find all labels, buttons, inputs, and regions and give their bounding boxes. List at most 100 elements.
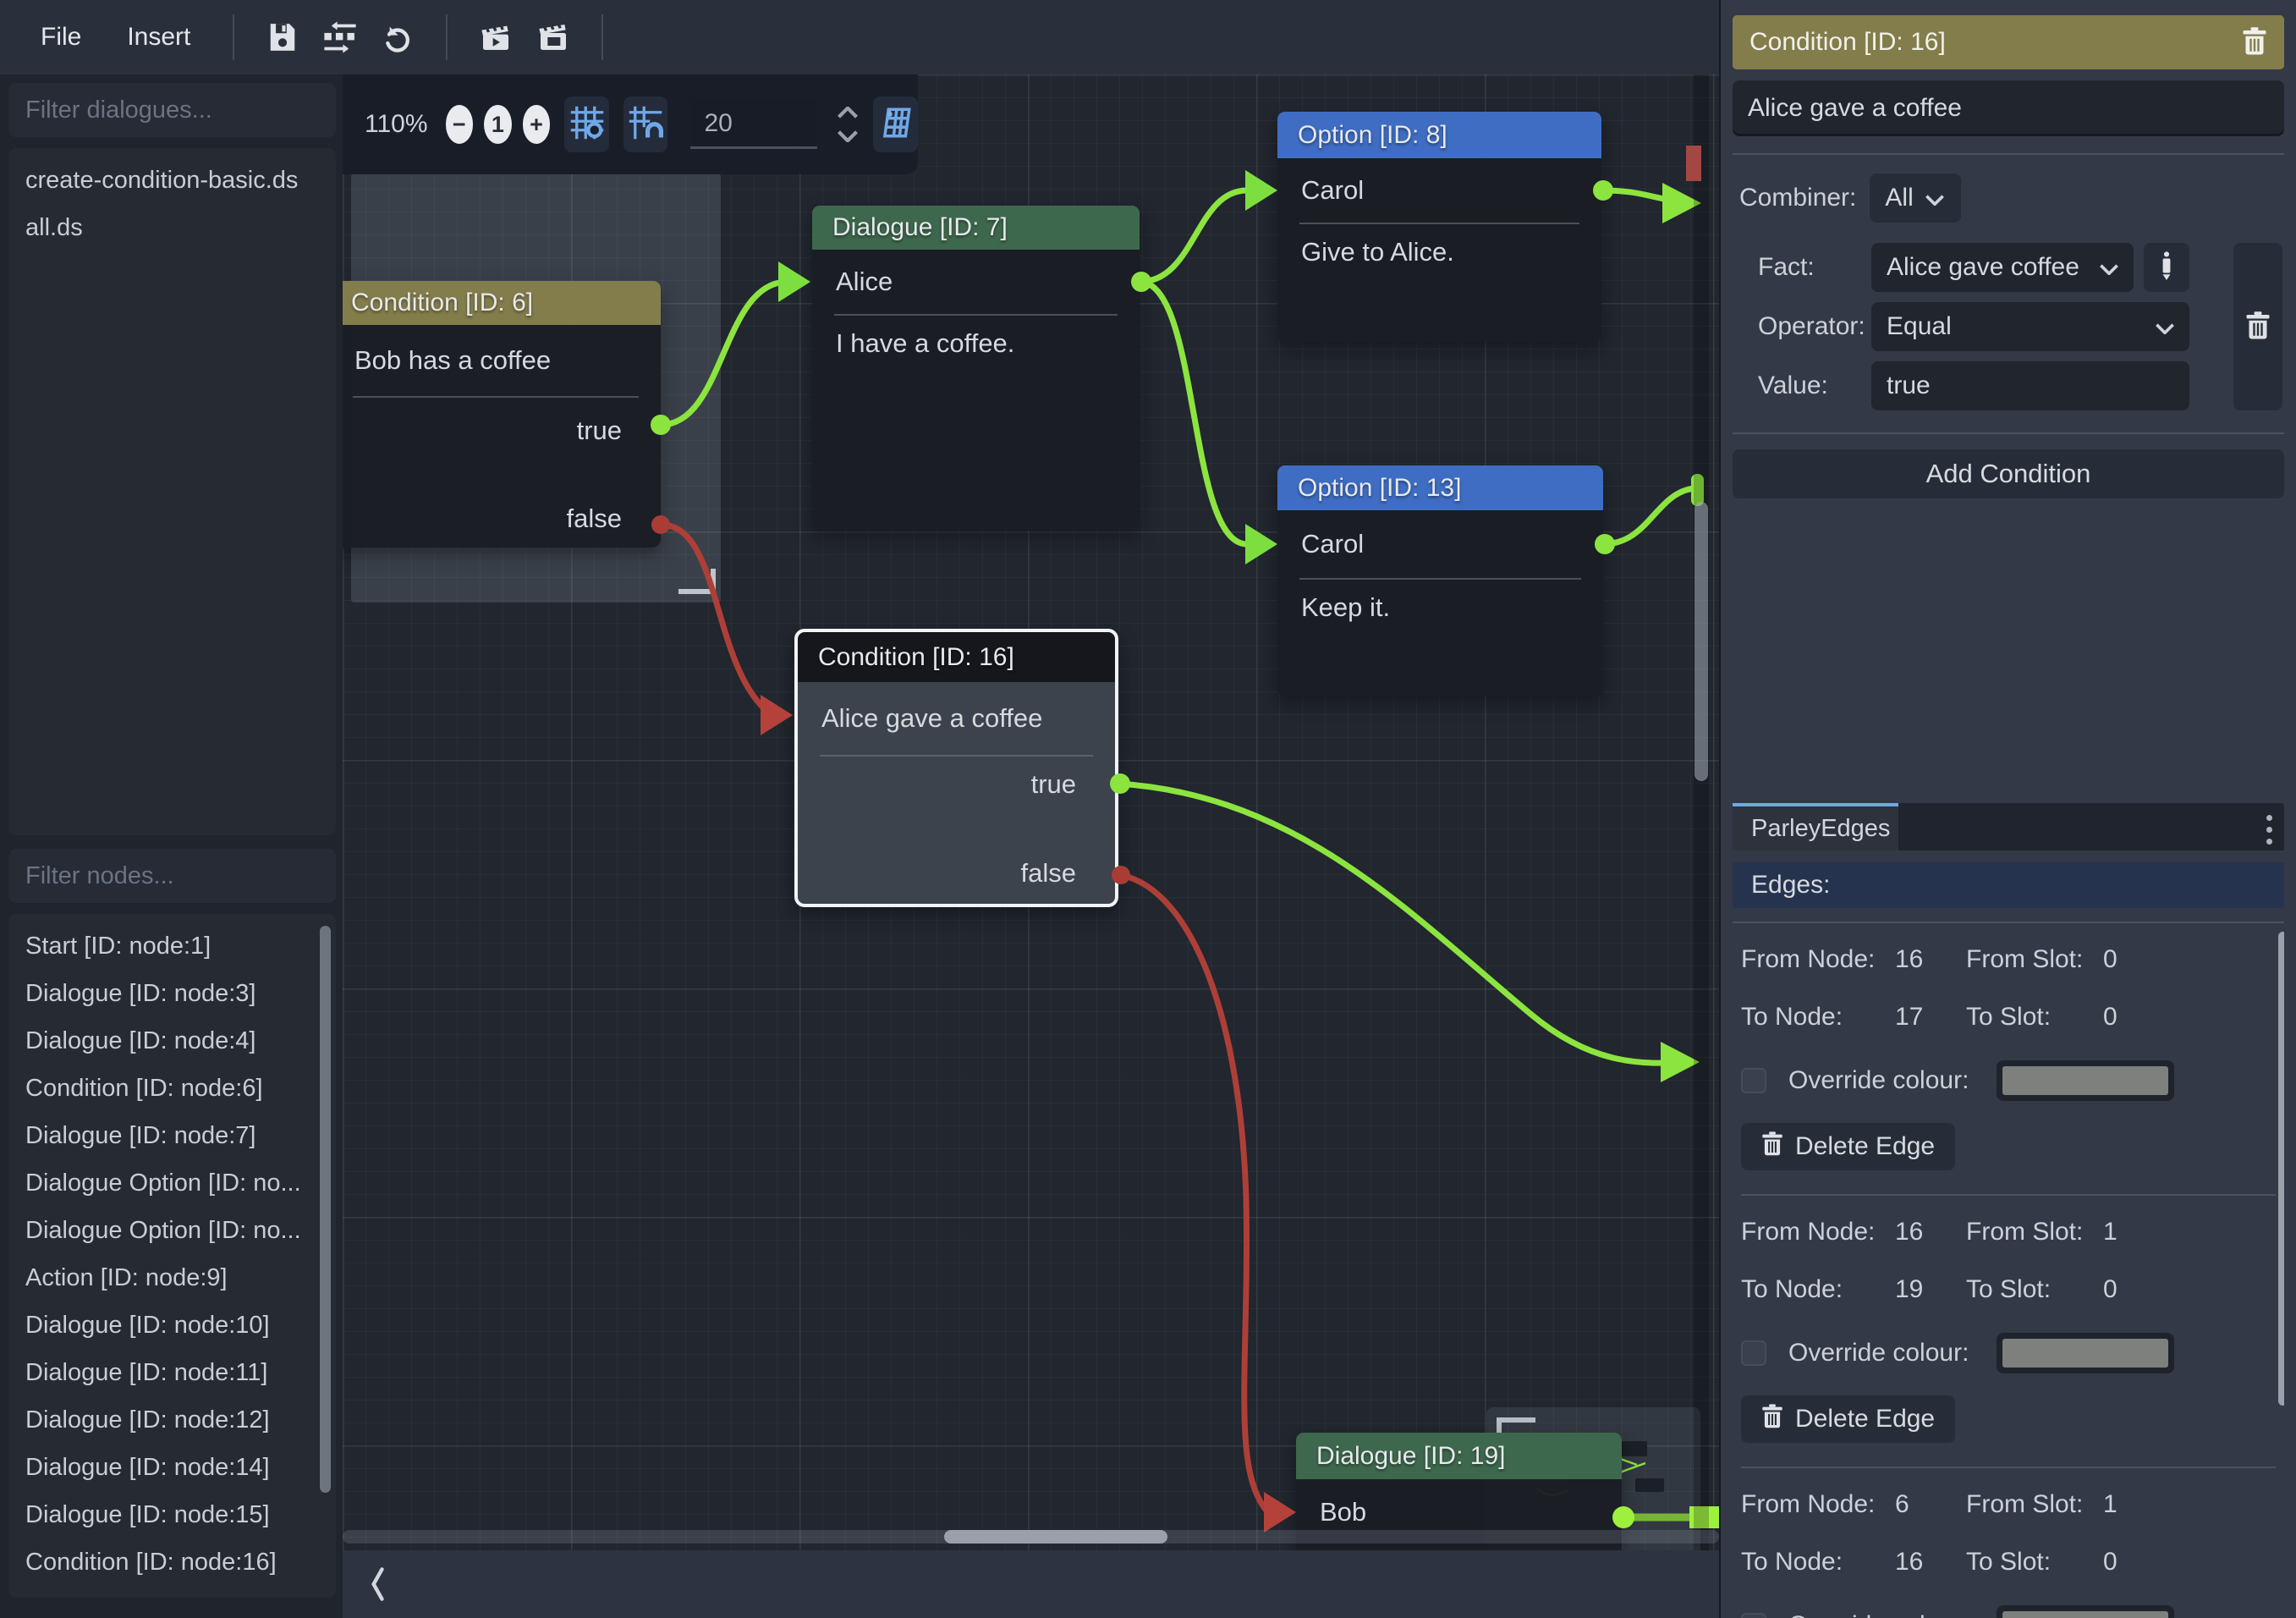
top-toolbar: File Insert: [0, 0, 1719, 74]
spinner-down-icon[interactable]: [837, 130, 859, 142]
test-scene-button[interactable]: [529, 13, 578, 62]
tab-parley-edges[interactable]: ParleyEdges: [1733, 803, 1898, 850]
menu-file[interactable]: File: [22, 11, 100, 63]
zoom-in-button[interactable]: +: [523, 105, 551, 144]
override-colour-checkbox[interactable]: [1741, 1068, 1766, 1093]
node-list-item[interactable]: Condition [ID: node:6]: [8, 1065, 336, 1112]
canvas-horizontal-scrollbar[interactable]: [343, 1530, 1719, 1544]
to-slot-label: To Slot:: [1966, 1275, 2103, 1304]
node-list-item[interactable]: Dialogue [ID: node:4]: [8, 1017, 336, 1065]
bottom-bar: [343, 1550, 1719, 1618]
node-list-item[interactable]: Dialogue [ID: node:12]: [8, 1396, 336, 1444]
trash-icon: [2245, 311, 2271, 344]
canvas-horizontal-scrollbar-thumb[interactable]: [944, 1530, 1167, 1544]
node-list-item[interactable]: Dialogue [ID: node:15]: [8, 1491, 336, 1538]
edit-fact-button[interactable]: [2144, 243, 2189, 292]
node-list-item[interactable]: Condition [ID: node:16]: [8, 1538, 336, 1586]
undo-button[interactable]: [373, 13, 422, 62]
graph-node-condition-16[interactable]: Condition [ID: 16] Alice gave a coffee t…: [794, 629, 1118, 907]
graph-canvas[interactable]: Condition [ID: 6] Bob has a coffee true …: [343, 74, 1719, 1550]
condition-editor: Fact: Alice gave coffee Operator: Equal: [1733, 243, 2284, 410]
delete-edge-label: Delete Edge: [1795, 1132, 1935, 1161]
delete-edge-button[interactable]: Delete Edge: [1741, 1123, 1955, 1170]
zoom-reset-button[interactable]: 1: [484, 105, 512, 144]
fact-label: Fact:: [1733, 253, 1871, 282]
node-list-item[interactable]: Start [ID: node:1]: [8, 922, 336, 970]
edges-scrollbar-thumb[interactable]: [2278, 932, 2284, 1406]
snap-distance-input[interactable]: [690, 100, 817, 149]
snap-spinner[interactable]: [837, 107, 859, 142]
node-header[interactable]: Condition [ID: 16]: [798, 632, 1115, 682]
fact-select[interactable]: Alice gave coffee: [1871, 243, 2134, 292]
edge-entry: From Node: 6 From Slot: 1 To Node: 16 To…: [1733, 1468, 2284, 1618]
add-condition-button[interactable]: Add Condition: [1733, 449, 2284, 498]
node-filter[interactable]: [8, 849, 336, 903]
dialogue-list-item[interactable]: all.ds: [8, 204, 336, 251]
save-button[interactable]: [258, 13, 307, 62]
frame-resize-handle[interactable]: [678, 569, 716, 594]
node-speaker: Carol: [1277, 510, 1603, 578]
toggle-minimap-button[interactable]: [873, 96, 918, 152]
value-input[interactable]: [1871, 361, 2189, 410]
node-list-item[interactable]: Dialogue [ID: node:7]: [8, 1112, 336, 1159]
canvas-vertical-scrollbar-thumb[interactable]: [1695, 502, 1708, 781]
dialogue-filter-input[interactable]: [25, 96, 344, 124]
override-colour-label: Override colour:: [1788, 1339, 1997, 1368]
collapse-sidebar-icon[interactable]: [366, 1566, 388, 1603]
delete-edge-button[interactable]: Delete Edge: [1741, 1395, 1955, 1443]
chevron-down-icon: [2100, 253, 2118, 282]
dialogue-list: create-condition-basic.dsall.ds: [8, 148, 336, 835]
node-header[interactable]: Condition [ID: 6]: [343, 281, 661, 325]
from-node-value: 6: [1895, 1490, 1966, 1519]
grid-magnet-icon: [628, 105, 663, 145]
node-header[interactable]: Dialogue [ID: 19]: [1296, 1433, 1622, 1479]
combiner-select[interactable]: All: [1870, 173, 1961, 223]
node-list-item[interactable]: Dialogue [ID: node:3]: [8, 970, 336, 1017]
toggle-grid-button[interactable]: [564, 96, 609, 152]
arrange-nodes-icon: [321, 19, 359, 55]
zoom-out-button[interactable]: −: [446, 105, 474, 144]
value-row: Value:: [1733, 361, 2284, 410]
override-colour-picker[interactable]: [1997, 1605, 2174, 1618]
minimap-node: [1635, 1478, 1664, 1492]
node-list-scrollbar[interactable]: [320, 926, 331, 1493]
graph-node-option-13[interactable]: Option [ID: 13] Carol Keep it.: [1277, 465, 1603, 696]
override-colour-checkbox[interactable]: [1741, 1613, 1766, 1618]
menu-insert[interactable]: Insert: [108, 11, 209, 63]
combiner-value: All: [1885, 184, 1913, 212]
inspector-title: Condition [ID: 16]: [1749, 28, 2242, 57]
graph-node-option-8[interactable]: Option [ID: 8] Carol Give to Alice.: [1277, 112, 1601, 343]
node-list-item[interactable]: Dialogue Option [ID: no...: [8, 1207, 336, 1254]
panel-menu-icon[interactable]: [2263, 812, 2276, 848]
override-colour-checkbox[interactable]: [1741, 1340, 1766, 1366]
node-list-item[interactable]: Dialogue Option [ID: no...: [8, 1159, 336, 1207]
node-header[interactable]: Option [ID: 8]: [1277, 112, 1601, 158]
toggle-snap-button[interactable]: [623, 96, 668, 152]
node-list-item[interactable]: Dialogue [ID: node:10]: [8, 1302, 336, 1349]
node-list-item[interactable]: Dialogue [ID: node:14]: [8, 1444, 336, 1491]
delete-edge-label: Delete Edge: [1795, 1405, 1935, 1434]
node-list-item[interactable]: Dialogue [ID: node:17]: [8, 1586, 336, 1598]
node-list-item[interactable]: Dialogue [ID: node:11]: [8, 1349, 336, 1396]
test-dialogue-button[interactable]: [471, 13, 520, 62]
canvas-vertical-scrollbar[interactable]: [1694, 74, 1709, 1550]
to-node-value: 19: [1895, 1275, 1966, 1304]
node-header[interactable]: Option [ID: 13]: [1277, 465, 1603, 510]
graph-node-dialogue-7[interactable]: Dialogue [ID: 7] Alice I have a coffee.: [812, 206, 1140, 531]
play-clapperboard-icon: [478, 20, 514, 54]
graph-node-condition-6[interactable]: Condition [ID: 6] Bob has a coffee true …: [343, 281, 661, 548]
condition-description-field[interactable]: Alice gave a coffee: [1733, 80, 2284, 136]
arrange-nodes-button[interactable]: [316, 13, 365, 62]
dialogue-filter[interactable]: [8, 83, 336, 137]
undo-icon: [381, 20, 415, 54]
operator-select[interactable]: Equal: [1871, 302, 2189, 351]
override-colour-picker[interactable]: [1997, 1333, 2174, 1373]
dialogue-list-item[interactable]: create-condition-basic.ds: [8, 157, 336, 204]
override-colour-picker[interactable]: [1997, 1060, 2174, 1101]
node-header[interactable]: Dialogue [ID: 7]: [812, 206, 1140, 250]
spinner-up-icon[interactable]: [837, 107, 859, 118]
delete-condition-button[interactable]: [2233, 243, 2282, 410]
node-filter-input[interactable]: [25, 862, 344, 890]
delete-node-icon[interactable]: [2242, 26, 2267, 59]
node-list-item[interactable]: Action [ID: node:9]: [8, 1254, 336, 1302]
